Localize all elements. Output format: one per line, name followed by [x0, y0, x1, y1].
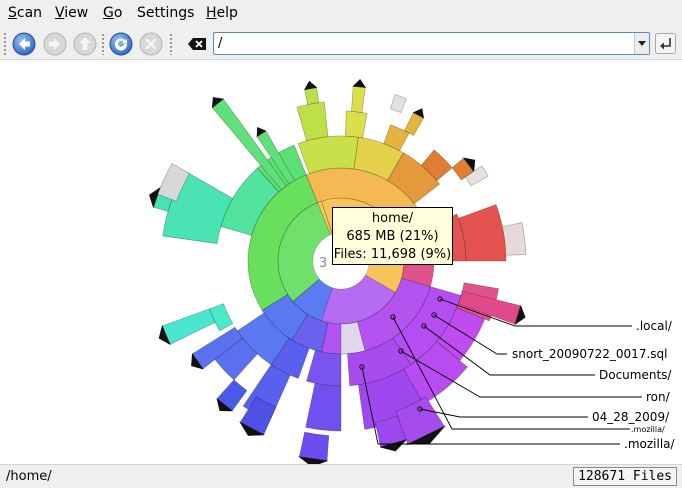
back-button[interactable] [12, 32, 36, 56]
chevron-down-icon [638, 41, 646, 46]
dir-segment[interactable] [345, 110, 368, 139]
dir-segment-spike[interactable] [162, 308, 216, 345]
dir-segment-spike[interactable] [351, 86, 366, 113]
menu-help[interactable]: Help [206, 5, 238, 21]
leader[interactable]: 04_28_2009/ [417, 406, 670, 424]
clear-location-icon [188, 38, 206, 50]
back-arrow-icon [12, 32, 36, 56]
location-combobox[interactable] [213, 32, 650, 55]
up-button[interactable] [73, 32, 97, 56]
hover-tooltip: home/ 685 MB (21%) Files: 11,698 (9%) [332, 207, 453, 265]
clear-location-button[interactable] [186, 35, 208, 53]
center-label: 3 [319, 256, 327, 271]
leader-label[interactable]: .local/ [636, 319, 673, 333]
file-segment[interactable] [502, 222, 527, 256]
dir-segment-spike[interactable] [304, 87, 320, 105]
menu-bar: Scan View Go Settings Help [0, 0, 682, 27]
dir-segment-spike[interactable] [299, 431, 330, 461]
reload-icon [109, 32, 133, 56]
dir-segment[interactable] [296, 101, 329, 142]
tooltip-size: 685 MB (21%) [346, 229, 439, 244]
leader-label[interactable]: .mozilla/ [624, 437, 676, 451]
file-segment[interactable] [390, 94, 407, 114]
status-file-count: 128671 Files [573, 467, 677, 486]
stop-button[interactable] [139, 32, 163, 56]
dir-segment[interactable] [458, 204, 507, 262]
leader-label[interactable]: Documents/ [599, 368, 672, 382]
location-dropdown-button[interactable] [634, 33, 649, 54]
go-button[interactable] [655, 33, 676, 54]
menu-go[interactable]: Go [103, 5, 122, 21]
up-arrow-icon [73, 32, 97, 56]
forward-button[interactable] [43, 32, 67, 56]
toolbar-separator [169, 33, 173, 55]
truncation-marker [352, 79, 366, 88]
menu-scan[interactable]: Scan [8, 5, 42, 21]
leader-label[interactable]: 04_28_2009/ [592, 410, 670, 424]
location-input[interactable] [218, 34, 628, 53]
stop-icon [139, 32, 163, 56]
forward-arrow-icon [43, 32, 67, 56]
toolbar-grip[interactable] [3, 32, 7, 55]
leader-label[interactable]: ron/ [646, 390, 671, 404]
menu-view[interactable]: View [55, 5, 88, 21]
toolbar-separator [101, 33, 105, 55]
tooltip-files: Files: 11,698 (9%) [333, 247, 452, 262]
leader-label[interactable]: .mozilla/ [631, 425, 665, 434]
dir-segment[interactable] [297, 135, 359, 174]
leader-label[interactable]: snort_20090722_0017.sql [512, 347, 667, 361]
enter-icon [660, 38, 671, 50]
tooltip-name: home/ [371, 211, 414, 226]
status-path: /home/ [6, 469, 52, 484]
menu-settings[interactable]: Settings [137, 5, 194, 21]
reload-button[interactable] [109, 32, 133, 56]
dir-segment[interactable] [306, 350, 342, 387]
status-bar: /home/ 128671 Files [0, 464, 682, 488]
dir-segment[interactable] [305, 382, 342, 432]
